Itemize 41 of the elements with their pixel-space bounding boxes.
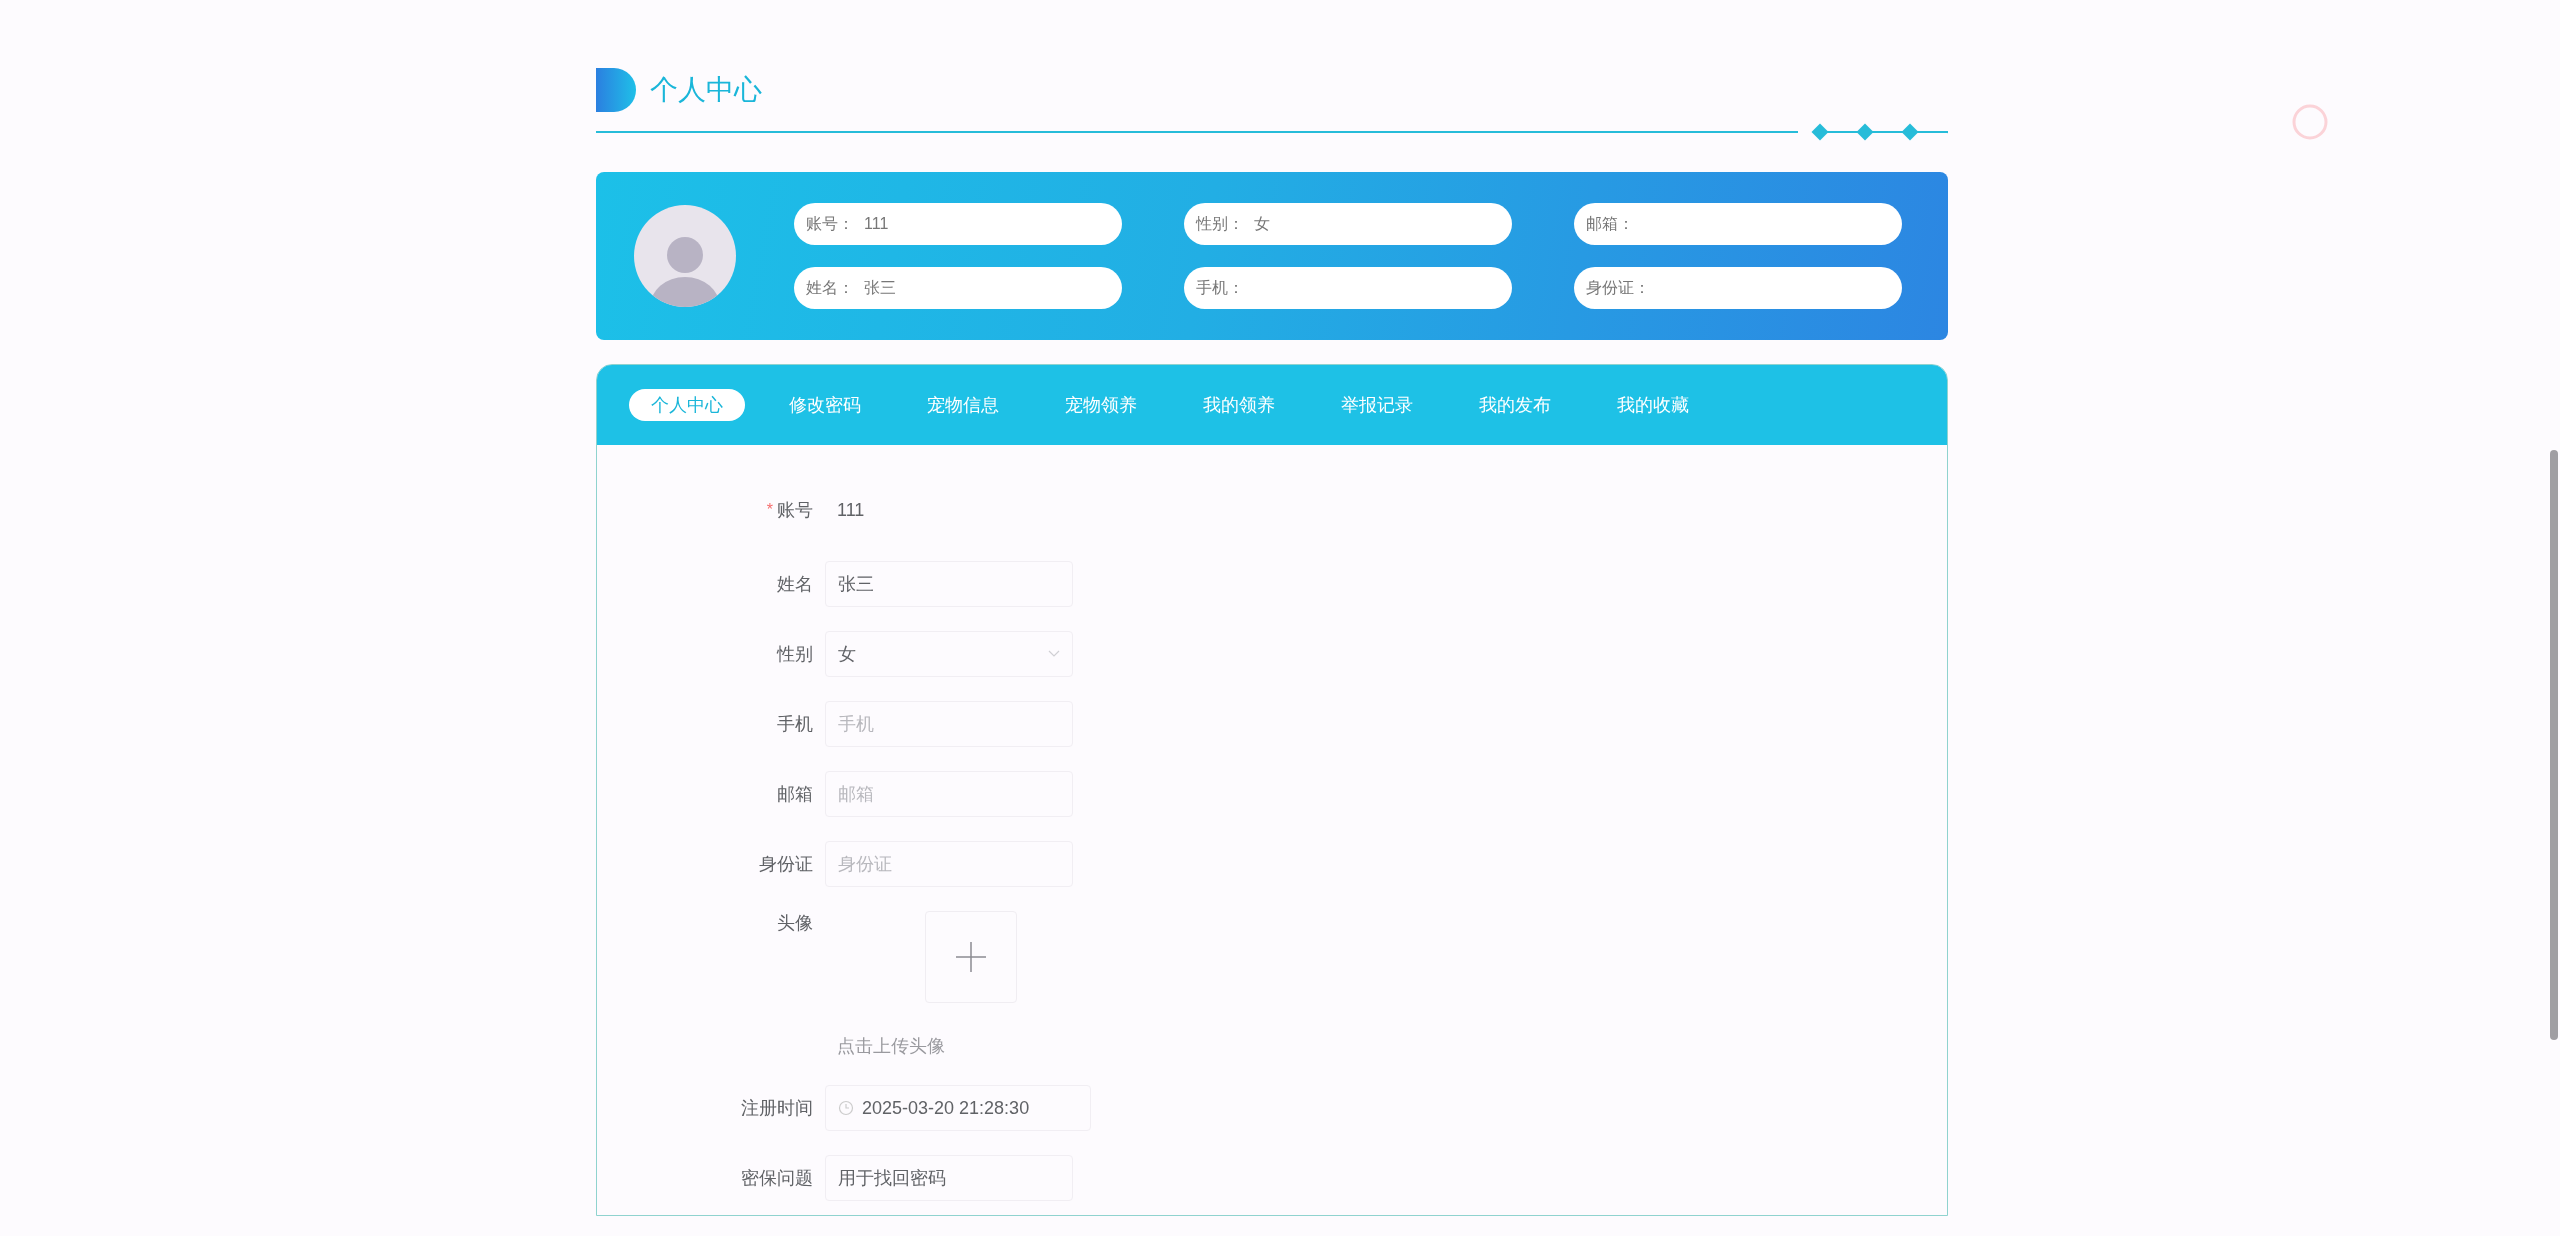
- text-field[interactable]: 邮箱: [825, 771, 1073, 817]
- gender-select[interactable]: 女: [825, 631, 1073, 677]
- form-label: 姓名: [776, 573, 813, 596]
- upload-hint: 点击上传头像: [836, 1035, 946, 1058]
- form-label: 密保问题: [740, 1167, 813, 1190]
- account-value: 111: [836, 499, 866, 521]
- tab[interactable]: 修改密码: [767, 389, 883, 421]
- title-badge-icon: [596, 68, 636, 112]
- profile-field: 邮箱：: [1574, 203, 1902, 245]
- avatar-upload[interactable]: [925, 911, 1017, 1003]
- ring-drawing: [2291, 103, 2329, 141]
- tab[interactable]: 宠物领养: [1043, 389, 1159, 421]
- profile-field: 性别： 女: [1184, 203, 1512, 245]
- profile-field: 手机：: [1184, 267, 1512, 309]
- form-label: 注册时间: [740, 1097, 813, 1120]
- tab[interactable]: 个人中心: [629, 389, 745, 421]
- text-field[interactable]: 手机: [825, 701, 1073, 747]
- plus-icon: [956, 942, 986, 972]
- page-title: 个人中心: [650, 73, 762, 107]
- form-label: * 账号: [765, 499, 813, 522]
- text-field[interactable]: 身份证: [825, 841, 1073, 887]
- form-label: 邮箱: [776, 783, 813, 806]
- form-label: 头像: [776, 912, 813, 935]
- scrollbar-thumb[interactable]: [2550, 450, 2558, 1040]
- datetime-field[interactable]: 2025-03-20 21:28:30: [825, 1085, 1091, 1131]
- clock-icon: [838, 1100, 854, 1116]
- tab[interactable]: 我的收藏: [1595, 389, 1711, 421]
- text-field[interactable]: 用于找回密码: [825, 1155, 1073, 1201]
- tab[interactable]: 我的发布: [1457, 389, 1573, 421]
- chevron-down-icon: [1048, 650, 1060, 658]
- profile-field: 账号： 111: [794, 203, 1122, 245]
- tab[interactable]: 宠物信息: [905, 389, 1021, 421]
- tab[interactable]: 举报记录: [1319, 389, 1435, 421]
- required-mark: *: [766, 501, 773, 519]
- tab[interactable]: 我的领养: [1181, 389, 1297, 421]
- form-label: 性别: [775, 643, 813, 666]
- form-label: 手机: [776, 713, 813, 736]
- text-field[interactable]: 张三: [825, 561, 1073, 607]
- profile-field: 身份证：: [1574, 267, 1902, 309]
- form-label: 身份证: [758, 853, 813, 876]
- profile-field: 姓名： 张三: [794, 267, 1122, 309]
